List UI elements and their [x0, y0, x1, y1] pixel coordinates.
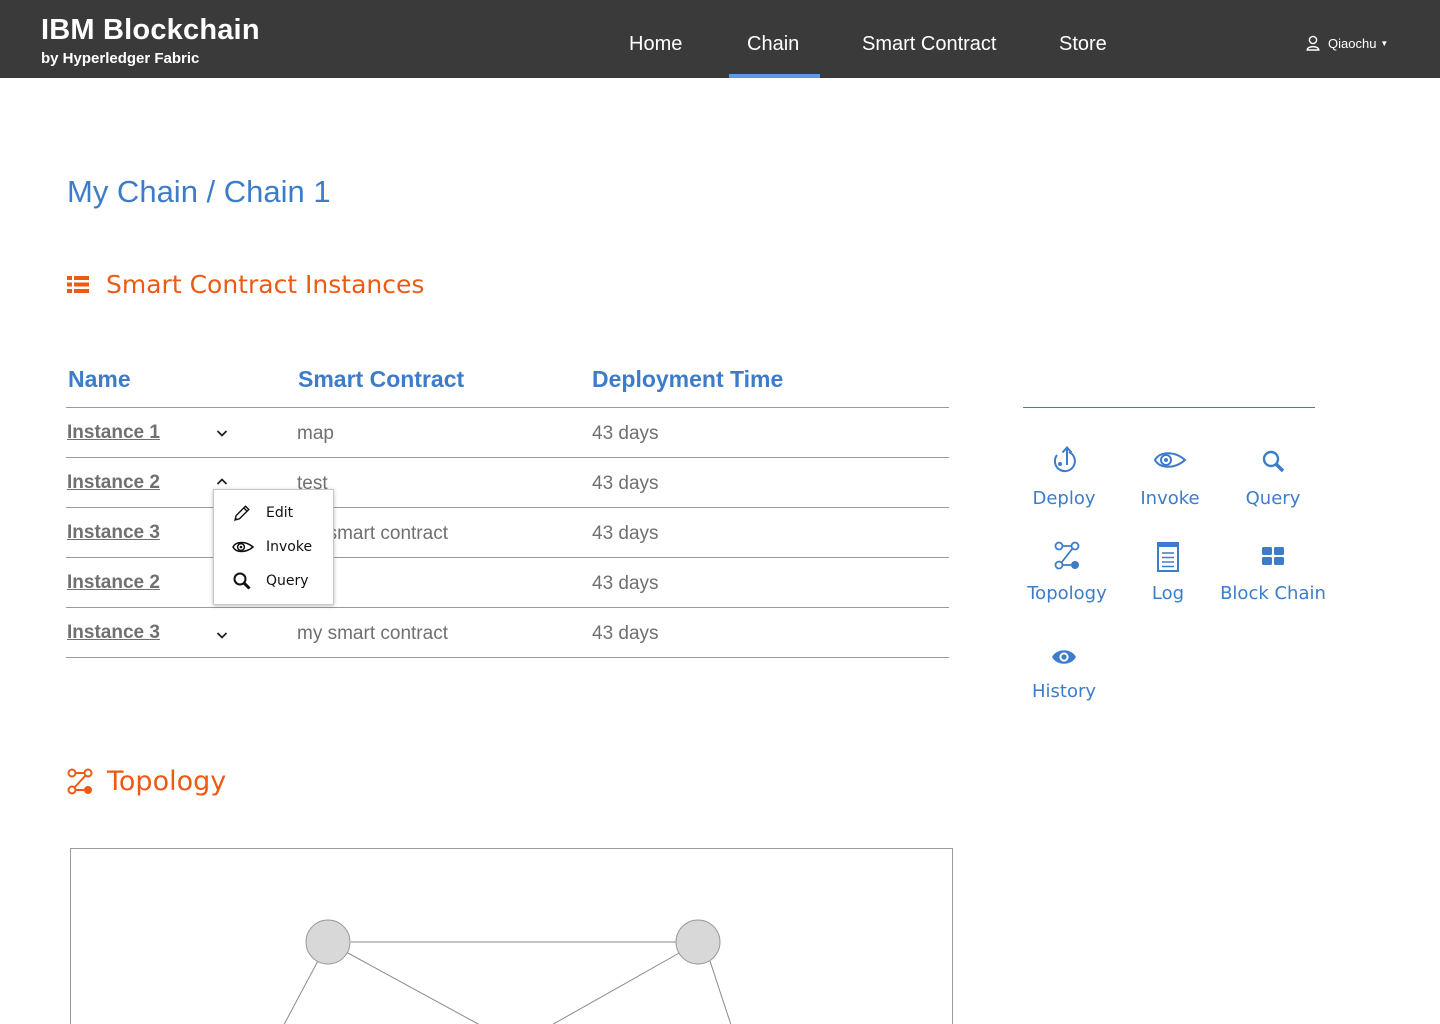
instance-name-link[interactable]: Instance 2 — [67, 572, 160, 594]
chevron-down-icon[interactable] — [214, 425, 230, 441]
user-name: Qiaochu — [1328, 35, 1377, 51]
topology-edge — [709, 960, 732, 1024]
topology-graph — [70, 848, 953, 1024]
instance-name-link[interactable]: Instance 3 — [67, 522, 160, 544]
topology-icon — [67, 768, 93, 794]
deployment-time-cell: 43 days — [592, 523, 659, 544]
topology-node[interactable] — [305, 919, 351, 965]
column-header-smart-contract[interactable]: Smart Contract — [298, 366, 464, 393]
action-label: History — [1031, 681, 1097, 702]
table-header-divider — [66, 407, 949, 408]
list-icon — [67, 276, 89, 293]
row-divider — [66, 607, 949, 608]
column-header-deployment-time[interactable]: Deployment Time — [592, 366, 783, 393]
topology-graph-canvas — [283, 919, 732, 1024]
row-divider — [66, 557, 949, 558]
action-label: Log — [1151, 583, 1185, 604]
caret-down-icon: ▼ — [1380, 38, 1389, 48]
topology-edge — [345, 951, 480, 1024]
menu-item-query[interactable]: Query — [214, 566, 333, 596]
row-divider — [66, 457, 949, 458]
deploy-icon — [1053, 446, 1076, 473]
chevron-up-icon[interactable] — [214, 474, 230, 490]
search-icon — [1262, 450, 1285, 473]
user-menu[interactable]: Qiaochu ▼ — [1306, 35, 1388, 51]
action-label: Topology — [1027, 583, 1107, 604]
menu-item-invoke[interactable]: Invoke — [214, 532, 333, 562]
smart-contract-cell: map — [297, 423, 334, 444]
action-log[interactable]: Log — [1113, 541, 1223, 604]
topology-edge — [552, 951, 682, 1024]
menu-item-label: Edit — [266, 505, 294, 521]
chevron-down-icon[interactable] — [214, 627, 230, 643]
blocks-icon — [1262, 547, 1284, 565]
action-block-chain[interactable]: Block Chain — [1218, 541, 1328, 604]
instance-actions-dropdown: Edit Invoke Query — [213, 489, 334, 605]
action-deploy[interactable]: Deploy — [1009, 444, 1119, 509]
instance-name-link[interactable]: Instance 1 — [67, 422, 160, 444]
page-title: My Chain / Chain 1 — [67, 174, 331, 209]
nav-chain[interactable]: Chain — [747, 33, 799, 56]
user-icon — [1306, 35, 1320, 51]
brand-subtitle: by Hyperledger Fabric — [41, 50, 200, 67]
action-label: Invoke — [1140, 488, 1200, 509]
action-query[interactable]: Query — [1218, 444, 1328, 509]
instance-name-link[interactable]: Instance 3 — [67, 622, 160, 644]
menu-item-label: Query — [266, 573, 309, 589]
deployment-time-cell: 43 days — [592, 423, 659, 444]
nav-home[interactable]: Home — [629, 33, 682, 56]
eye-icon — [1052, 650, 1076, 664]
deployment-time-cell: 43 days — [592, 573, 659, 594]
search-icon — [233, 572, 251, 590]
smart-contract-cell: my smart contract — [297, 623, 448, 644]
action-topology[interactable]: Topology — [1012, 541, 1122, 604]
log-icon — [1157, 542, 1179, 572]
action-label: Block Chain — [1220, 583, 1326, 604]
topology-icon — [1054, 541, 1080, 570]
topology-section-title: Topology — [107, 766, 227, 797]
action-label: Deploy — [1032, 488, 1096, 509]
nav-smart-contract[interactable]: Smart Contract — [862, 33, 996, 56]
deployment-time-cell: 43 days — [592, 623, 659, 644]
row-divider — [66, 507, 949, 508]
invoke-icon — [232, 541, 254, 553]
topology-section-heading: Topology — [66, 766, 226, 797]
active-nav-indicator — [729, 74, 820, 78]
menu-item-edit[interactable]: Edit — [214, 498, 333, 528]
nav-store[interactable]: Store — [1059, 33, 1107, 56]
action-label: Query — [1245, 488, 1301, 509]
topology-node[interactable] — [675, 919, 721, 965]
brand-title[interactable]: IBM Blockchain — [41, 14, 260, 47]
action-invoke[interactable]: Invoke — [1115, 444, 1225, 509]
action-history[interactable]: History — [1009, 643, 1119, 702]
pencil-icon — [234, 505, 250, 521]
column-header-name[interactable]: Name — [68, 366, 131, 393]
actions-panel-divider — [1023, 407, 1315, 408]
instances-section-title: Smart Contract Instances — [106, 270, 425, 299]
instance-name-link[interactable]: Instance 2 — [67, 472, 160, 494]
menu-item-label: Invoke — [266, 539, 313, 555]
top-navigation-bar: IBM Blockchain by Hyperledger Fabric Hom… — [0, 0, 1440, 78]
instances-section-heading: Smart Contract Instances — [67, 270, 424, 299]
invoke-icon — [1153, 452, 1187, 468]
deployment-time-cell: 43 days — [592, 473, 659, 494]
row-divider — [66, 657, 949, 658]
